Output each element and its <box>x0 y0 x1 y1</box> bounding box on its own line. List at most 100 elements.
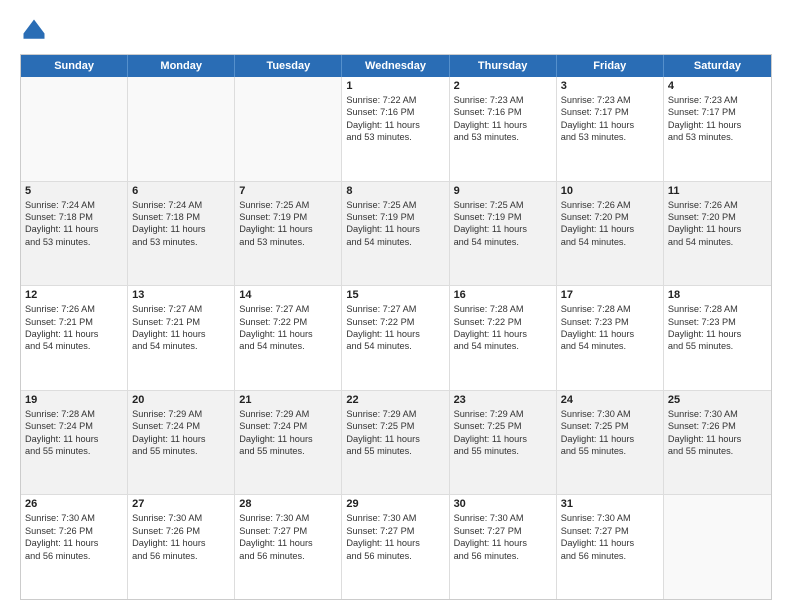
header-cell-tuesday: Tuesday <box>235 55 342 77</box>
cal-cell: 19Sunrise: 7:28 AMSunset: 7:24 PMDayligh… <box>21 391 128 495</box>
cell-line: and 53 minutes. <box>561 131 659 143</box>
cell-line: Sunset: 7:23 PM <box>561 316 659 328</box>
cell-line: Sunset: 7:19 PM <box>239 211 337 223</box>
cal-cell: 7Sunrise: 7:25 AMSunset: 7:19 PMDaylight… <box>235 182 342 286</box>
cell-line: Daylight: 11 hours <box>561 119 659 131</box>
header-cell-friday: Friday <box>557 55 664 77</box>
cell-line: Sunrise: 7:29 AM <box>132 408 230 420</box>
cell-line: Sunset: 7:22 PM <box>346 316 444 328</box>
cell-line: and 54 minutes. <box>346 340 444 352</box>
cal-cell: 2Sunrise: 7:23 AMSunset: 7:16 PMDaylight… <box>450 77 557 181</box>
cell-line: Sunrise: 7:30 AM <box>668 408 767 420</box>
cell-line: Sunrise: 7:28 AM <box>454 303 552 315</box>
cal-cell: 23Sunrise: 7:29 AMSunset: 7:25 PMDayligh… <box>450 391 557 495</box>
cell-line: Sunrise: 7:28 AM <box>561 303 659 315</box>
cell-line: Sunrise: 7:25 AM <box>239 199 337 211</box>
cell-line: Daylight: 11 hours <box>239 537 337 549</box>
page: SundayMondayTuesdayWednesdayThursdayFrid… <box>0 0 792 612</box>
cell-line: Sunrise: 7:24 AM <box>25 199 123 211</box>
day-number: 10 <box>561 185 659 197</box>
day-number: 24 <box>561 394 659 406</box>
cal-cell: 28Sunrise: 7:30 AMSunset: 7:27 PMDayligh… <box>235 495 342 599</box>
cell-line: Daylight: 11 hours <box>454 537 552 549</box>
cell-line: Daylight: 11 hours <box>668 119 767 131</box>
cal-cell <box>664 495 771 599</box>
cell-line: Daylight: 11 hours <box>454 433 552 445</box>
cell-line: and 56 minutes. <box>561 550 659 562</box>
cell-line: and 53 minutes. <box>132 236 230 248</box>
cal-cell <box>21 77 128 181</box>
day-number: 30 <box>454 498 552 510</box>
cell-line: Daylight: 11 hours <box>668 328 767 340</box>
cell-line: Sunrise: 7:25 AM <box>454 199 552 211</box>
cell-line: and 53 minutes. <box>25 236 123 248</box>
cell-line: Sunrise: 7:24 AM <box>132 199 230 211</box>
cell-line: Daylight: 11 hours <box>132 223 230 235</box>
cell-line: Sunrise: 7:28 AM <box>668 303 767 315</box>
day-number: 21 <box>239 394 337 406</box>
cal-cell: 31Sunrise: 7:30 AMSunset: 7:27 PMDayligh… <box>557 495 664 599</box>
cal-cell: 3Sunrise: 7:23 AMSunset: 7:17 PMDaylight… <box>557 77 664 181</box>
cell-line: Daylight: 11 hours <box>132 537 230 549</box>
cell-line: Sunset: 7:26 PM <box>132 525 230 537</box>
week-row-2: 5Sunrise: 7:24 AMSunset: 7:18 PMDaylight… <box>21 182 771 287</box>
cell-line: and 54 minutes. <box>346 236 444 248</box>
day-number: 31 <box>561 498 659 510</box>
cell-line: Sunset: 7:26 PM <box>668 420 767 432</box>
cell-line: Daylight: 11 hours <box>239 433 337 445</box>
cell-line: Sunset: 7:27 PM <box>454 525 552 537</box>
calendar-header-row: SundayMondayTuesdayWednesdayThursdayFrid… <box>21 55 771 77</box>
cell-line: Daylight: 11 hours <box>132 433 230 445</box>
day-number: 8 <box>346 185 444 197</box>
cell-line: Sunset: 7:18 PM <box>132 211 230 223</box>
cal-cell: 24Sunrise: 7:30 AMSunset: 7:25 PMDayligh… <box>557 391 664 495</box>
cell-line: Sunset: 7:21 PM <box>25 316 123 328</box>
cal-cell: 11Sunrise: 7:26 AMSunset: 7:20 PMDayligh… <box>664 182 771 286</box>
cell-line: and 54 minutes. <box>454 236 552 248</box>
cell-line: and 54 minutes. <box>239 340 337 352</box>
cell-line: Sunset: 7:25 PM <box>346 420 444 432</box>
cal-cell: 20Sunrise: 7:29 AMSunset: 7:24 PMDayligh… <box>128 391 235 495</box>
cal-cell: 25Sunrise: 7:30 AMSunset: 7:26 PMDayligh… <box>664 391 771 495</box>
cell-line: Sunrise: 7:26 AM <box>561 199 659 211</box>
cal-cell: 12Sunrise: 7:26 AMSunset: 7:21 PMDayligh… <box>21 286 128 390</box>
cell-line: and 53 minutes. <box>668 131 767 143</box>
header-cell-monday: Monday <box>128 55 235 77</box>
cell-line: Sunset: 7:22 PM <box>239 316 337 328</box>
cell-line: Sunset: 7:22 PM <box>454 316 552 328</box>
cell-line: and 53 minutes. <box>454 131 552 143</box>
cell-line: Sunset: 7:27 PM <box>346 525 444 537</box>
day-number: 13 <box>132 289 230 301</box>
cal-cell: 5 Sunrise: 7:24 AMSunset: 7:18 PMDaylight… <box>21 182 128 286</box>
week-row-4: 19Sunrise: 7:28 AMSunset: 7:24 PMDayligh… <box>21 391 771 496</box>
cell-line: Sunrise: 7:30 AM <box>239 512 337 524</box>
logo-icon <box>20 16 48 44</box>
cell-line: Sunrise: 7:25 AM <box>346 199 444 211</box>
cal-cell: 18Sunrise: 7:28 AMSunset: 7:23 PMDayligh… <box>664 286 771 390</box>
cell-line: Daylight: 11 hours <box>561 433 659 445</box>
cal-cell: 8Sunrise: 7:25 AMSunset: 7:19 PMDaylight… <box>342 182 449 286</box>
cal-cell: 21Sunrise: 7:29 AMSunset: 7:24 PMDayligh… <box>235 391 342 495</box>
cell-line: and 56 minutes. <box>239 550 337 562</box>
day-number: 5 <box>25 185 123 197</box>
cell-line: Sunset: 7:27 PM <box>561 525 659 537</box>
cell-line: Sunset: 7:27 PM <box>239 525 337 537</box>
cell-line: Daylight: 11 hours <box>346 433 444 445</box>
cell-line: Sunrise: 7:27 AM <box>239 303 337 315</box>
cell-line: Sunrise: 7:22 AM <box>346 94 444 106</box>
cal-cell: 10Sunrise: 7:26 AMSunset: 7:20 PMDayligh… <box>557 182 664 286</box>
cell-line: Daylight: 11 hours <box>454 223 552 235</box>
cell-line: Daylight: 11 hours <box>454 119 552 131</box>
cell-line: and 54 minutes. <box>561 236 659 248</box>
cal-cell: 16Sunrise: 7:28 AMSunset: 7:22 PMDayligh… <box>450 286 557 390</box>
cell-line: Daylight: 11 hours <box>132 328 230 340</box>
cell-line: Sunrise: 7:26 AM <box>25 303 123 315</box>
cell-line: Sunset: 7:18 PM <box>25 211 123 223</box>
cell-line: Daylight: 11 hours <box>25 223 123 235</box>
cell-line: and 55 minutes. <box>668 445 767 457</box>
cell-line: Sunrise: 7:30 AM <box>454 512 552 524</box>
cell-line: and 56 minutes. <box>25 550 123 562</box>
header-cell-thursday: Thursday <box>450 55 557 77</box>
cell-line: Daylight: 11 hours <box>561 537 659 549</box>
day-number: 7 <box>239 185 337 197</box>
